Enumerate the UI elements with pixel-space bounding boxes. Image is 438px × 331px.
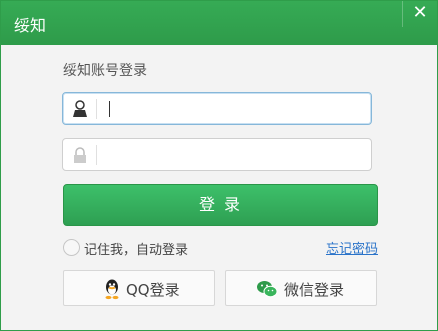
login-button[interactable]: 登 录 xyxy=(63,184,378,226)
login-window: 绥知 ✕ 绥知账号登录 登 录 记住我，自动登录 忘记密码 QQ登录 微信登录 xyxy=(0,0,438,331)
wechat-login-button[interactable]: 微信登录 xyxy=(225,270,377,306)
password-input[interactable] xyxy=(108,143,367,169)
title-bar: 绥知 ✕ xyxy=(1,1,437,45)
field-divider xyxy=(96,145,97,165)
text-caret xyxy=(109,101,110,117)
qq-login-label: QQ登录 xyxy=(126,281,180,299)
password-field[interactable] xyxy=(62,138,372,171)
close-button[interactable]: ✕ xyxy=(402,1,437,27)
form-heading: 绥知账号登录 xyxy=(63,63,147,79)
wechat-login-label: 微信登录 xyxy=(284,281,345,299)
field-divider xyxy=(96,99,97,119)
username-field[interactable] xyxy=(62,92,372,125)
wechat-icon xyxy=(257,281,278,298)
remember-checkbox[interactable] xyxy=(63,239,80,256)
window-title: 绥知 xyxy=(14,16,47,35)
user-icon xyxy=(73,100,87,117)
close-icon: ✕ xyxy=(412,2,428,23)
lock-icon xyxy=(74,147,86,163)
forgot-password-link[interactable]: 忘记密码 xyxy=(326,238,378,257)
remember-label: 记住我，自动登录 xyxy=(84,243,189,258)
qq-penguin-icon xyxy=(105,279,119,300)
qq-login-button[interactable]: QQ登录 xyxy=(63,270,215,306)
username-input[interactable] xyxy=(108,97,367,123)
